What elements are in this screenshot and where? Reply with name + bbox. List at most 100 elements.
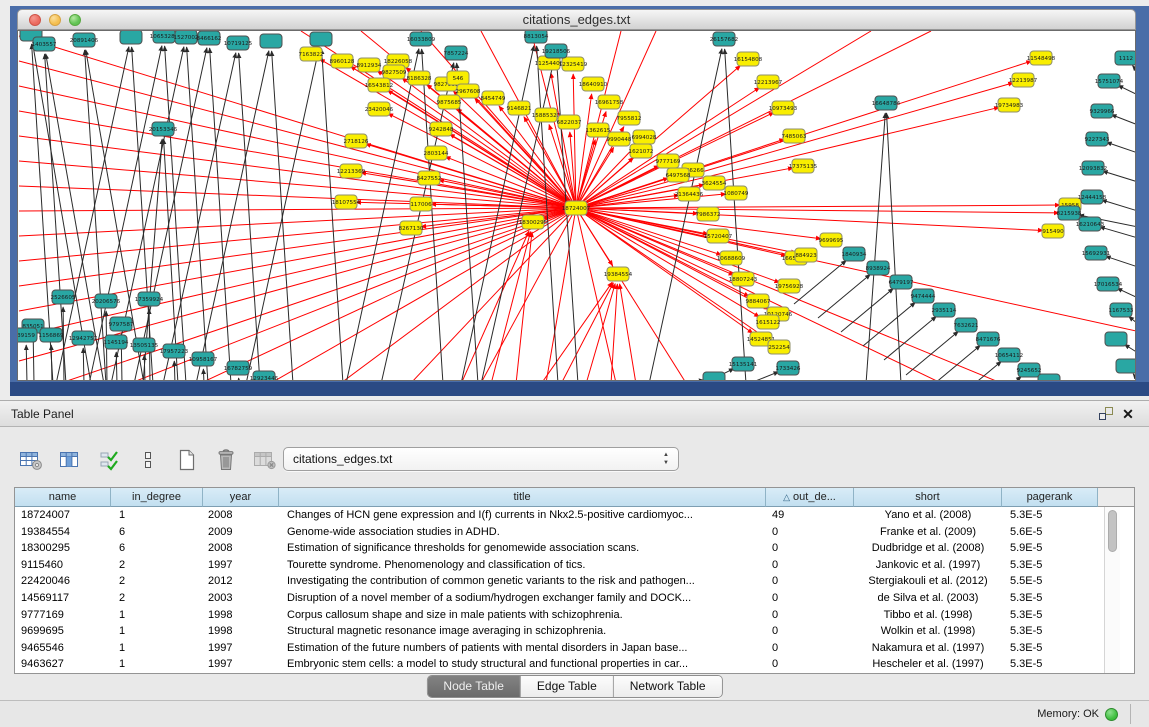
- network-view-window[interactable]: citations_edges.txt 18724007716382289601…: [10, 6, 1149, 396]
- scrollbar-thumb[interactable]: [1108, 510, 1117, 552]
- table-cell[interactable]: 5.9E-5: [1002, 540, 1098, 557]
- float-panel-icon[interactable]: [1097, 406, 1115, 422]
- graph-node[interactable]: 9884067: [746, 294, 771, 308]
- graph-node[interactable]: 1527002: [174, 31, 199, 44]
- table-cell[interactable]: 5.3E-5: [1002, 507, 1098, 524]
- graph-node[interactable]: 1840934: [842, 247, 867, 261]
- graph-node[interactable]: 7163822: [299, 47, 324, 61]
- table-cell[interactable]: Dudbridge et al. (2008): [854, 540, 1002, 557]
- table-cell[interactable]: 6: [111, 524, 203, 541]
- graph-node[interactable]: [703, 372, 725, 381]
- table-row[interactable]: 977716911998Corpus callosum shape and si…: [15, 607, 1134, 624]
- graph-node[interactable]: 15751074: [1095, 74, 1124, 88]
- table-row[interactable]: 1456911722003Disruption of a novel membe…: [15, 590, 1134, 607]
- table-cell[interactable]: 0: [766, 524, 854, 541]
- graph-node[interactable]: 3624554: [702, 176, 727, 190]
- graph-node[interactable]: 12444158: [1078, 190, 1107, 204]
- graph-node[interactable]: 20153346: [149, 122, 178, 136]
- graph-node[interactable]: 1080749: [724, 186, 749, 200]
- graph-node[interactable]: 16648784: [872, 96, 901, 110]
- graph-node[interactable]: 8427552: [417, 171, 442, 185]
- table-cell[interactable]: Changes of HCN gene expression and I(f) …: [279, 507, 766, 524]
- table-cell[interactable]: 0: [766, 607, 854, 624]
- table-cell[interactable]: 5.3E-5: [1002, 557, 1098, 574]
- graph-node[interactable]: 16033809: [407, 32, 436, 46]
- graph-node[interactable]: 16782759: [224, 361, 253, 375]
- table-cell[interactable]: 9463627: [15, 656, 111, 673]
- graph-node[interactable]: 8471676: [976, 332, 1001, 346]
- memory-ok-indicator[interactable]: [1105, 708, 1118, 721]
- graph-node[interactable]: 1615122: [756, 315, 781, 329]
- table-cell[interactable]: Tourette syndrome. Phenomenology and cla…: [279, 557, 766, 574]
- table-cell[interactable]: 9699695: [15, 623, 111, 640]
- graph-node[interactable]: 9329966: [1090, 104, 1115, 118]
- table-header-cell[interactable]: pagerank: [1002, 488, 1098, 507]
- graph-node[interactable]: 117006: [410, 197, 432, 211]
- graph-node[interactable]: 16961758: [595, 95, 624, 109]
- table-cell[interactable]: Structural magnetic resonance image aver…: [279, 623, 766, 640]
- graph-node[interactable]: 13505135: [130, 338, 159, 352]
- table-cell[interactable]: 5.6E-5: [1002, 524, 1098, 541]
- graph-node[interactable]: 20206576: [92, 294, 121, 308]
- graph-node[interactable]: 17375135: [789, 159, 818, 173]
- graph-node[interactable]: 18300295: [519, 215, 548, 229]
- graph-node[interactable]: 9990448: [607, 132, 632, 146]
- table-cell[interactable]: 0: [766, 656, 854, 673]
- graph-node[interactable]: 11548498: [1027, 51, 1056, 65]
- table-row[interactable]: 946554611997Estimation of the future num…: [15, 640, 1134, 657]
- graph-node[interactable]: 7632621: [954, 318, 979, 332]
- graph-node[interactable]: 2803144: [424, 146, 449, 160]
- graph-node[interactable]: 26157682: [710, 32, 738, 46]
- graph-node[interactable]: 9797587: [109, 317, 134, 331]
- table-cell[interactable]: 19384554: [15, 524, 111, 541]
- graph-node[interactable]: 12213987: [1009, 73, 1038, 87]
- table-cell[interactable]: 1: [111, 507, 203, 524]
- table-cell[interactable]: 14569117: [15, 590, 111, 607]
- graph-node[interactable]: 915490: [1042, 224, 1064, 238]
- graph-node[interactable]: 9245652: [1017, 363, 1042, 377]
- table-row[interactable]: 1872400712008Changes of HCN gene express…: [15, 507, 1134, 524]
- table-cell[interactable]: Nakamura et al. (1997): [854, 640, 1002, 657]
- table-header-cell[interactable]: short: [854, 488, 1002, 507]
- graph-node[interactable]: 9242848: [429, 122, 454, 136]
- graph-node[interactable]: 6994028: [632, 130, 657, 144]
- graph-node[interactable]: 2718126: [344, 134, 369, 148]
- graph-node[interactable]: 12942757: [69, 331, 98, 345]
- graph-node[interactable]: 17016534: [1094, 277, 1123, 291]
- graph-node[interactable]: 16154808: [734, 52, 763, 66]
- table-cell[interactable]: 2: [111, 557, 203, 574]
- table-row[interactable]: 911546021997Tourette syndrome. Phenomeno…: [15, 557, 1134, 574]
- table-cell[interactable]: 5.5E-5: [1002, 573, 1098, 590]
- graph-node[interactable]: 1156869: [39, 328, 64, 342]
- graph-node[interactable]: 8960128: [330, 54, 355, 68]
- graph-node[interactable]: 6479197: [889, 275, 914, 289]
- table-cell[interactable]: Wolkin et al. (1998): [854, 623, 1002, 640]
- graph-node[interactable]: 18640910: [579, 77, 608, 91]
- graph-node[interactable]: 16210643: [1076, 217, 1105, 231]
- table-cell[interactable]: 22420046: [15, 573, 111, 590]
- table-cell[interactable]: 2008: [203, 507, 279, 524]
- table-cell[interactable]: 6: [111, 540, 203, 557]
- graph-node[interactable]: 6497568: [666, 168, 691, 182]
- table-cell[interactable]: 1: [111, 607, 203, 624]
- graph-node[interactable]: 19218506: [542, 44, 571, 58]
- table-cell[interactable]: 5.3E-5: [1002, 640, 1098, 657]
- table-cell[interactable]: 1997: [203, 640, 279, 657]
- graph-node[interactable]: 1112: [1115, 51, 1136, 65]
- table-cell[interactable]: 18300295: [15, 540, 111, 557]
- tab-edge-table[interactable]: Edge Table: [521, 676, 614, 697]
- graph-node[interactable]: [310, 32, 332, 46]
- table-cell[interactable]: 5.3E-5: [1002, 623, 1098, 640]
- graph-node[interactable]: 10958167: [189, 352, 218, 366]
- tab-node-table[interactable]: Node Table: [427, 676, 521, 697]
- graph-node[interactable]: 20891406: [70, 33, 99, 47]
- table-cell[interactable]: 1998: [203, 623, 279, 640]
- graph-node[interactable]: 2935114: [932, 303, 957, 317]
- graph-node[interactable]: [260, 34, 282, 48]
- table-cell[interactable]: Yano et al. (2008): [854, 507, 1002, 524]
- graph-node[interactable]: 12325419: [559, 57, 588, 71]
- graph-node[interactable]: 16543812: [365, 78, 393, 92]
- table-cell[interactable]: 2009: [203, 524, 279, 541]
- table-cell[interactable]: 2003: [203, 590, 279, 607]
- table-settings-icon[interactable]: [18, 447, 44, 473]
